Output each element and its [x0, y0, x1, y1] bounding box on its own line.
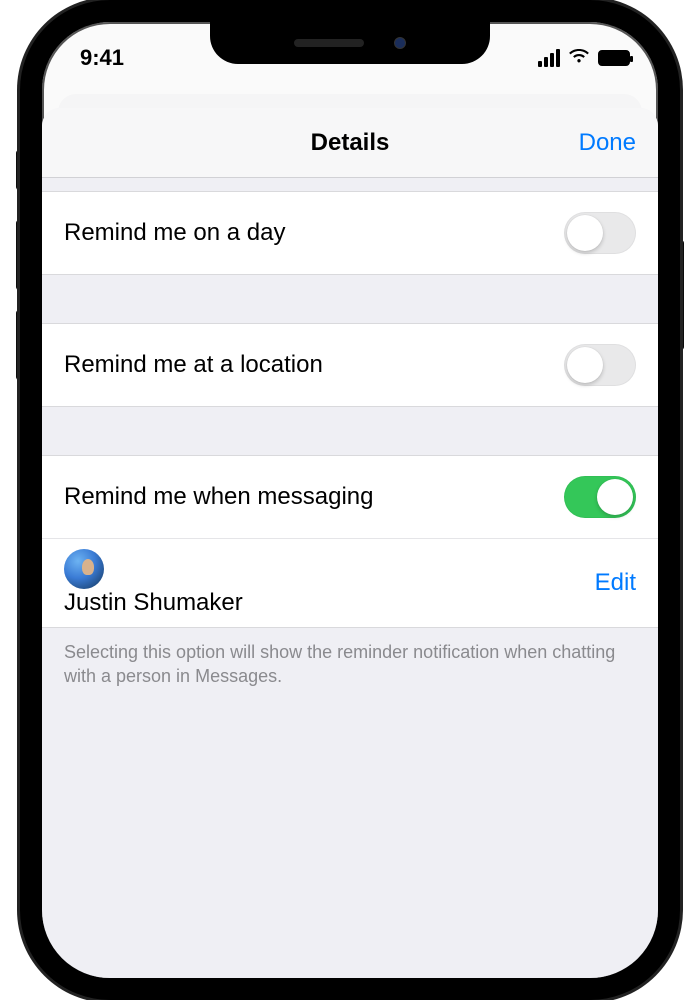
speaker-grille [294, 39, 364, 47]
edit-button[interactable]: Edit [595, 569, 636, 597]
toggle-remind-messaging[interactable] [564, 476, 636, 518]
row-label: Remind me when messaging [64, 483, 373, 511]
details-modal: Details Done Remind me on a day Remind m… [42, 108, 658, 978]
contact-name: Justin Shumaker [64, 589, 243, 616]
cellular-signal-icon [538, 49, 560, 67]
row-label: Remind me at a location [64, 351, 323, 379]
toggle-remind-location[interactable] [564, 344, 636, 386]
toggle-remind-day[interactable] [564, 212, 636, 254]
row-remind-location[interactable]: Remind me at a location [42, 324, 658, 406]
battery-icon [598, 50, 630, 66]
phone-frame: 9:41 Details Done Remind me on a day [20, 0, 680, 1000]
status-time: 9:41 [80, 45, 124, 71]
notch [210, 22, 490, 64]
wifi-icon [568, 47, 590, 69]
section-footer: Selecting this option will show the remi… [42, 627, 658, 709]
nav-bar: Details Done [42, 108, 658, 178]
done-button[interactable]: Done [579, 129, 636, 157]
row-label: Remind me on a day [64, 219, 285, 247]
contact-avatar [64, 549, 104, 589]
front-camera [394, 37, 406, 49]
row-contact[interactable]: Justin Shumaker Edit [42, 538, 658, 627]
page-title: Details [311, 129, 390, 157]
row-remind-day[interactable]: Remind me on a day [42, 192, 658, 274]
row-remind-messaging[interactable]: Remind me when messaging [42, 456, 658, 538]
status-icons [538, 47, 630, 69]
